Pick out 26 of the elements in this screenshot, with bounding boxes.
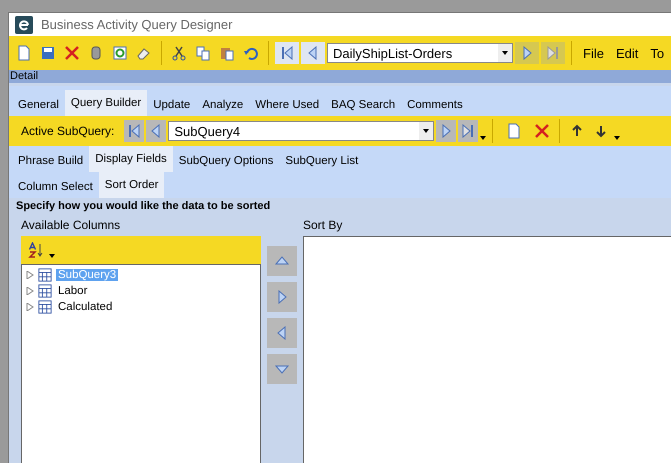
tab[interactable]: SubQuery Options — [172, 150, 280, 172]
tree-item[interactable]: Labor — [56, 285, 90, 297]
instruction-text: Specify how you would like the data to be sorted — [15, 199, 272, 214]
tab[interactable]: Phrase Build — [12, 150, 90, 172]
tab[interactable]: Comments — [401, 94, 469, 116]
tab[interactable]: Analyze — [196, 94, 250, 116]
tab[interactable]: Display Fields — [89, 146, 173, 172]
record-dropdown[interactable]: DailyShipList-Orders — [327, 43, 513, 63]
tab[interactable]: Query Builder — [64, 90, 148, 116]
tab[interactable]: Sort Order — [98, 172, 164, 198]
tab[interactable]: General — [12, 94, 65, 116]
tree-item[interactable]: Calculated — [56, 301, 114, 313]
available-columns-heading: Available Columns — [21, 217, 122, 234]
menu-item[interactable]: To — [645, 46, 670, 60]
window-title: Business Activity Query Designer — [41, 17, 232, 32]
tab[interactable]: Where Used — [249, 94, 326, 116]
sort-by-heading: Sort By — [303, 217, 344, 234]
menu-item[interactable]: File — [578, 46, 609, 60]
tab[interactable]: Update — [147, 94, 196, 116]
menu-item[interactable]: Edit — [610, 46, 644, 60]
active-subquery-label: Active SubQuery: — [20, 124, 116, 138]
subquery-dropdown[interactable]: SubQuery4 — [168, 121, 434, 141]
tab[interactable]: SubQuery List — [279, 150, 364, 172]
panel-title: Detail — [9, 70, 671, 83]
tab[interactable]: BAQ Search — [325, 94, 402, 116]
tab[interactable]: Column Select — [12, 176, 99, 198]
